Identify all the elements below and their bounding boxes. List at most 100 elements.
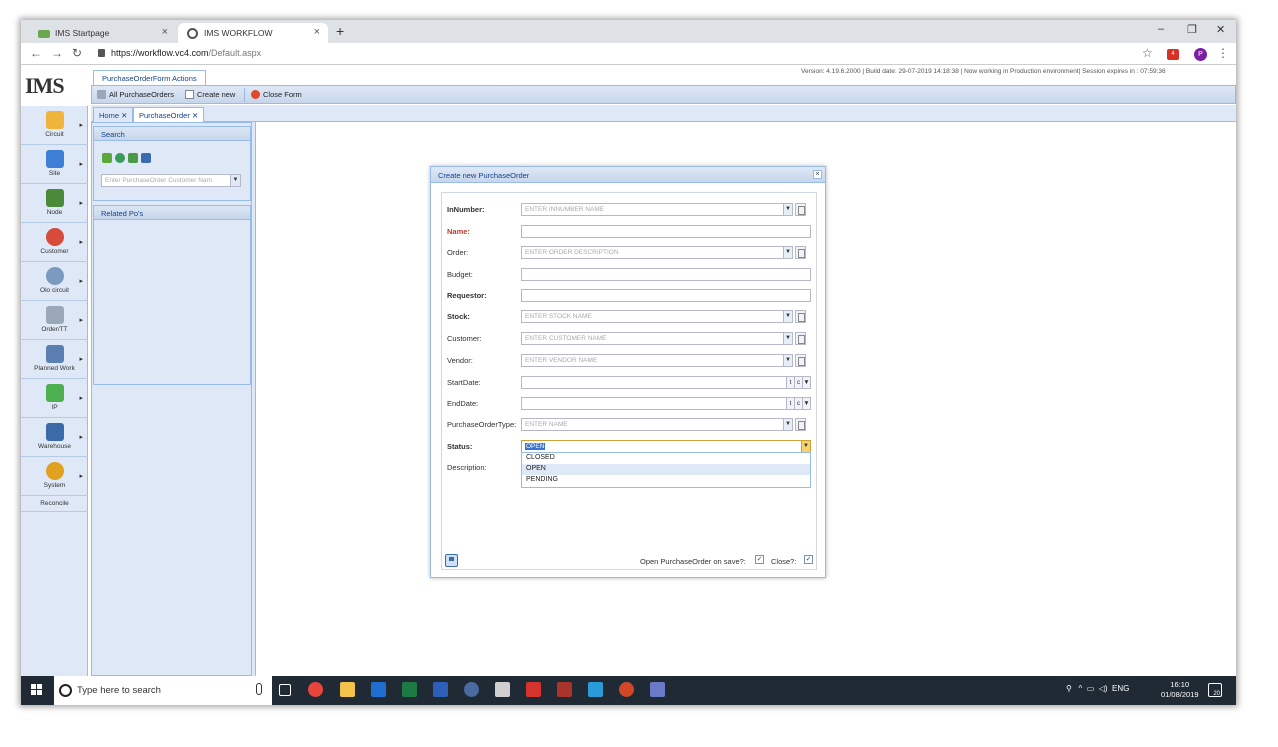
close-tab-icon[interactable]: × xyxy=(162,26,168,38)
tab-home[interactable]: Home ✕ xyxy=(93,107,134,122)
export-icon[interactable] xyxy=(102,153,112,163)
bookmark-star-icon[interactable]: ☆ xyxy=(1142,46,1153,60)
sidebar-item-site[interactable]: Site ▸ xyxy=(21,145,88,184)
chevron-down-icon[interactable]: ▼ xyxy=(230,175,240,186)
notification-center-icon[interactable]: 20 xyxy=(1208,683,1222,697)
innumber-combo[interactable]: ENTER INNUMBER NAME ▼ xyxy=(521,203,793,216)
sidebar-item-reconcile[interactable]: Reconcile xyxy=(21,496,88,512)
chevron-down-icon[interactable]: ▼ xyxy=(783,355,792,366)
taskbar-clock[interactable]: 16:10 01/08/2019 xyxy=(1161,680,1199,700)
visio-icon[interactable] xyxy=(588,682,603,697)
acrobat-icon[interactable] xyxy=(526,682,541,697)
windows-start-button[interactable] xyxy=(31,684,43,696)
save-button[interactable] xyxy=(445,554,458,567)
requestor-field[interactable] xyxy=(521,289,811,302)
search-combo[interactable]: Enter PurchaseOrder Customer Nam ▼ xyxy=(101,174,241,187)
innumber-lookup-button[interactable] xyxy=(795,203,806,216)
excel-icon[interactable] xyxy=(402,682,417,697)
url-field[interactable]: https://workflow.vc4.com/Default.aspx xyxy=(111,48,261,58)
chevron-down-icon[interactable]: ▼ xyxy=(783,311,792,322)
back-button[interactable]: ← xyxy=(30,46,42,60)
file-explorer-icon[interactable] xyxy=(340,682,355,697)
word-icon[interactable] xyxy=(433,682,448,697)
profile-avatar[interactable]: P xyxy=(1194,48,1207,61)
reload-button[interactable]: ↻ xyxy=(72,46,82,60)
sidebar-item-planned-work[interactable]: Planned Work ▸ xyxy=(21,340,88,379)
restore-window-button[interactable]: ❐ xyxy=(1187,23,1197,36)
sidebar-item-order-tt[interactable]: Order/TT ▸ xyxy=(21,301,88,340)
outlook-icon[interactable] xyxy=(371,682,386,697)
sidebar-item-warehouse[interactable]: Warehouse ▸ xyxy=(21,418,88,457)
enddate-field[interactable]: t c ▼ xyxy=(521,397,811,410)
all-purchaseorders-button[interactable]: All PurchaseOrders xyxy=(97,90,174,99)
people-icon[interactable]: ⚲ xyxy=(1066,684,1072,693)
language-indicator[interactable]: ENG xyxy=(1112,684,1129,693)
teams-icon[interactable] xyxy=(650,682,665,697)
today-button[interactable]: t xyxy=(786,377,794,388)
order-combo[interactable]: ENTER ORDER DESCRIPTION ▼ xyxy=(521,246,793,259)
status-option-open[interactable]: OPEN xyxy=(522,464,810,475)
tab-purchaseorder[interactable]: PurchaseOrder ✕ xyxy=(133,107,205,122)
startdate-field[interactable]: t c ▼ xyxy=(521,376,811,389)
stock-lookup-button[interactable] xyxy=(795,310,806,323)
chevron-down-icon[interactable]: ▼ xyxy=(783,419,792,430)
close-tab-icon[interactable]: ✕ xyxy=(121,111,127,120)
name-field[interactable] xyxy=(521,225,811,238)
order-lookup-button[interactable] xyxy=(795,246,806,259)
close-tab-icon[interactable]: × xyxy=(314,26,320,38)
browser-tab-ims-startpage[interactable]: IMS Startpage × xyxy=(29,23,176,43)
dialog-close-button[interactable]: × xyxy=(813,170,822,179)
panel-splitter[interactable] xyxy=(251,122,256,676)
close-window-button[interactable]: ✕ xyxy=(1216,23,1225,36)
potype-combo[interactable]: ENTER NAME ▼ xyxy=(521,418,793,431)
import-icon[interactable] xyxy=(128,153,138,163)
sidebar-item-olo-circuit[interactable]: Olo circuit ▸ xyxy=(21,262,88,301)
vendor-combo[interactable]: ENTER VENDOR NAME ▼ xyxy=(521,354,793,367)
password-manager-icon[interactable] xyxy=(464,682,479,697)
close-tab-icon[interactable]: ✕ xyxy=(192,111,198,120)
sidebar-item-node[interactable]: Node ▸ xyxy=(21,184,88,223)
chevron-down-icon[interactable]: ▼ xyxy=(802,398,810,409)
powerpoint-icon[interactable] xyxy=(619,682,634,697)
customer-lookup-button[interactable] xyxy=(795,332,806,345)
sidebar-item-ip[interactable]: IP ▸ xyxy=(21,379,88,418)
today-button[interactable]: t xyxy=(786,398,794,409)
sidebar-item-system[interactable]: System ▸ xyxy=(21,457,88,496)
network-icon[interactable]: ▭ xyxy=(1087,684,1095,693)
chevron-down-icon[interactable]: ▼ xyxy=(783,333,792,344)
volume-icon[interactable]: ◁) xyxy=(1099,684,1108,693)
close-after-save-checkbox[interactable]: ✓ xyxy=(804,555,813,564)
chevron-down-icon[interactable]: ▼ xyxy=(801,441,810,452)
forward-button[interactable]: → xyxy=(51,46,63,60)
clear-button[interactable]: c xyxy=(794,398,802,409)
customer-combo[interactable]: ENTER CUSTOMER NAME ▼ xyxy=(521,332,793,345)
task-view-icon[interactable] xyxy=(279,684,291,696)
taskbar-search[interactable]: Type here to search xyxy=(54,676,272,705)
new-tab-button[interactable]: + xyxy=(336,23,344,39)
chevron-down-icon[interactable]: ▼ xyxy=(783,204,792,215)
close-form-button[interactable]: Close Form xyxy=(251,90,302,99)
actions-tab[interactable]: PurchaseOrderForm Actions xyxy=(93,70,206,86)
microphone-icon[interactable] xyxy=(256,683,262,695)
binoculars-icon[interactable] xyxy=(141,153,151,163)
access-icon[interactable] xyxy=(557,682,572,697)
extension-icon[interactable]: 4 xyxy=(1167,49,1179,60)
sidebar-item-customer[interactable]: Customer ▸ xyxy=(21,223,88,262)
refresh-icon[interactable] xyxy=(115,153,125,163)
clear-button[interactable]: c xyxy=(794,377,802,388)
chevron-up-icon[interactable]: ^ xyxy=(1079,684,1083,693)
chrome-icon[interactable] xyxy=(308,682,323,697)
chevron-down-icon[interactable]: ▼ xyxy=(783,247,792,258)
status-option-pending[interactable]: PENDING xyxy=(522,475,810,486)
calculator-icon[interactable] xyxy=(495,682,510,697)
create-new-button[interactable]: Create new xyxy=(185,90,235,99)
open-on-save-checkbox[interactable]: ✓ xyxy=(755,555,764,564)
chevron-down-icon[interactable]: ▼ xyxy=(802,377,810,388)
browser-menu-icon[interactable]: ⋮ xyxy=(1217,46,1229,60)
minimize-window-button[interactable]: – xyxy=(1158,23,1164,35)
stock-combo[interactable]: ENTER STOCK NAME ▼ xyxy=(521,310,793,323)
sidebar-item-circuit[interactable]: Circuit ▸ xyxy=(21,106,88,145)
status-option-closed[interactable]: CLOSED xyxy=(522,453,810,464)
vendor-lookup-button[interactable] xyxy=(795,354,806,367)
browser-tab-ims-workflow[interactable]: IMS WORKFLOW × xyxy=(178,23,328,43)
